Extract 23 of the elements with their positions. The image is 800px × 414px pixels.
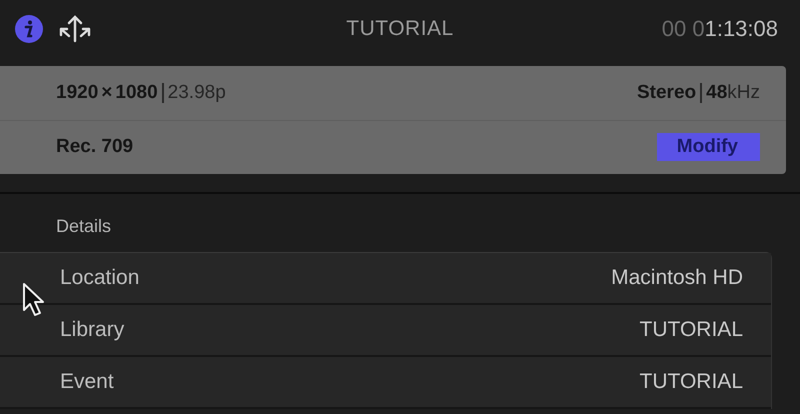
- timecode-dim: 00 0: [662, 16, 705, 42]
- info-button[interactable]: [14, 14, 44, 44]
- resolution: 1920: [56, 82, 98, 104]
- row-label: Event: [60, 370, 114, 394]
- modify-button[interactable]: Modify: [656, 133, 760, 162]
- times-sign: ×: [101, 82, 112, 104]
- section-heading: Details: [56, 216, 112, 236]
- color-space: Rec. 709: [56, 136, 134, 158]
- audio-channels: Stereo: [636, 82, 696, 104]
- row-value: Macintosh HD: [611, 266, 743, 290]
- window-title: TUTORIAL: [346, 17, 454, 41]
- frame-rate: 23.98p: [168, 82, 226, 104]
- transform-button[interactable]: [58, 14, 92, 44]
- row-label: Library: [60, 318, 124, 342]
- sample-unit: kHz: [727, 82, 760, 104]
- row-value: TUTORIAL: [640, 370, 743, 394]
- resolution-height: 1080: [115, 82, 158, 104]
- sample-rate: 48: [706, 82, 728, 104]
- row-value: TUTORIAL: [640, 318, 743, 342]
- info-icon: [14, 14, 44, 44]
- timecode: 1:13:08: [704, 16, 778, 42]
- row-label: Location: [60, 266, 140, 290]
- arrows-icon: [58, 14, 92, 44]
